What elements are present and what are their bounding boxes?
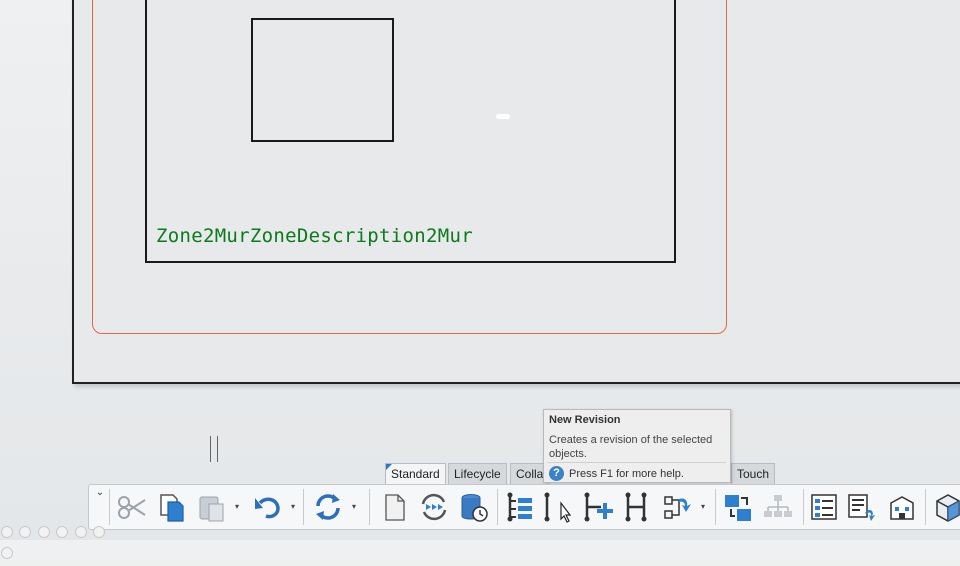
database-history-icon <box>461 494 488 522</box>
status-dot-icon <box>74 526 87 538</box>
collapse-ribbon-button[interactable]: ⌄ <box>93 487 107 527</box>
building-icon <box>890 496 914 520</box>
tooltip-description: Creates a revision of the selected objec… <box>549 434 713 460</box>
cut-button[interactable] <box>115 489 149 525</box>
toolbar-separator <box>715 489 716 525</box>
tooltip-title: New Revision <box>549 414 621 426</box>
copy-button[interactable] <box>155 489 189 525</box>
h-structure-button[interactable] <box>621 489 655 525</box>
cube-button[interactable] <box>931 489 960 525</box>
replace-icon <box>725 495 751 521</box>
refresh-icon <box>316 494 340 520</box>
tab-label: Touch <box>737 467 770 481</box>
undo-icon <box>255 497 280 519</box>
tree-button[interactable] <box>761 489 795 525</box>
structure-icon <box>507 492 532 522</box>
zone-inner-rectangle <box>251 18 394 142</box>
toolbar-separator <box>369 489 370 525</box>
new-document-button[interactable] <box>377 489 411 525</box>
print-area-border: Zone2MurZoneDescription2Mur <box>92 0 727 334</box>
database-history-button[interactable] <box>457 489 491 525</box>
active-tab-marker <box>386 464 392 470</box>
zone-description-label: Zone2MurZoneDescription2Mur <box>156 225 473 247</box>
tooltip-help-text: Press F1 for more help. <box>569 468 684 480</box>
zone-frame: Zone2MurZoneDescription2Mur <box>145 0 676 263</box>
refresh-dropdown[interactable]: ▾ <box>352 503 360 511</box>
paste-icon <box>199 496 224 522</box>
new-document-icon <box>385 494 405 521</box>
cut-icon <box>118 496 146 519</box>
undo-button[interactable] <box>251 489 285 525</box>
building-button[interactable] <box>885 489 919 525</box>
add-structure-button[interactable] <box>581 489 615 525</box>
tab-standard[interactable]: Standard <box>385 463 446 484</box>
status-indicators <box>0 524 120 559</box>
toolbar-separator <box>803 489 804 525</box>
synchronize-icon <box>421 493 447 521</box>
refresh-button[interactable] <box>311 489 345 525</box>
copy-icon <box>160 494 184 522</box>
tab-lifecycle[interactable]: Lifecycle <box>448 463 507 484</box>
add-structure-icon <box>584 492 613 522</box>
branch-button[interactable] <box>661 489 695 525</box>
tree-icon <box>764 495 792 517</box>
synchronize-button[interactable] <box>417 489 451 525</box>
branch-icon <box>664 496 691 519</box>
structure-button[interactable] <box>502 489 536 525</box>
new-revision-button[interactable] <box>539 489 573 525</box>
status-dot-icon <box>19 526 32 538</box>
toolbar-separator <box>497 489 498 525</box>
cube-icon <box>936 494 960 522</box>
tab-label: Colla <box>516 467 544 481</box>
replace-button[interactable] <box>721 489 755 525</box>
highlight-dot <box>496 114 510 119</box>
status-dot-icon <box>1 547 13 559</box>
paste-button[interactable] <box>195 489 229 525</box>
toolbar-separator <box>303 489 304 525</box>
tab-label: Standard <box>391 467 440 481</box>
help-icon: ? <box>549 466 564 481</box>
status-dot-icon <box>93 526 106 538</box>
status-dot-icon <box>37 526 50 538</box>
h-structure-icon <box>625 492 647 522</box>
splitter-handle[interactable] <box>210 436 218 462</box>
toolbar-separator <box>109 489 110 525</box>
properties-button[interactable] <box>845 489 879 525</box>
new-revision-icon <box>544 492 572 523</box>
undo-dropdown[interactable]: ▾ <box>291 503 299 511</box>
paste-dropdown[interactable]: ▾ <box>235 503 243 511</box>
new-revision-tooltip: New Revision Creates a revision of the s… <box>543 409 731 483</box>
drawing-sheet: Zone2MurZoneDescription2Mur <box>72 0 960 384</box>
tooltip-divider <box>548 462 726 463</box>
tab-touch[interactable]: Touch <box>731 463 776 484</box>
branch-dropdown[interactable]: ▾ <box>701 503 709 511</box>
properties-icon <box>848 494 875 521</box>
status-dot-icon <box>56 526 69 538</box>
tab-label: Lifecycle <box>454 467 501 481</box>
toolbar-separator <box>925 489 926 525</box>
status-dot-icon <box>1 526 13 538</box>
ribbon-toolbar: ⌄ ▾ ▾ ▾ ▾ <box>88 484 960 530</box>
drawing-canvas[interactable]: Zone2MurZoneDescription2Mur <box>0 0 960 540</box>
list-button[interactable] <box>807 489 841 525</box>
list-icon <box>811 494 837 520</box>
